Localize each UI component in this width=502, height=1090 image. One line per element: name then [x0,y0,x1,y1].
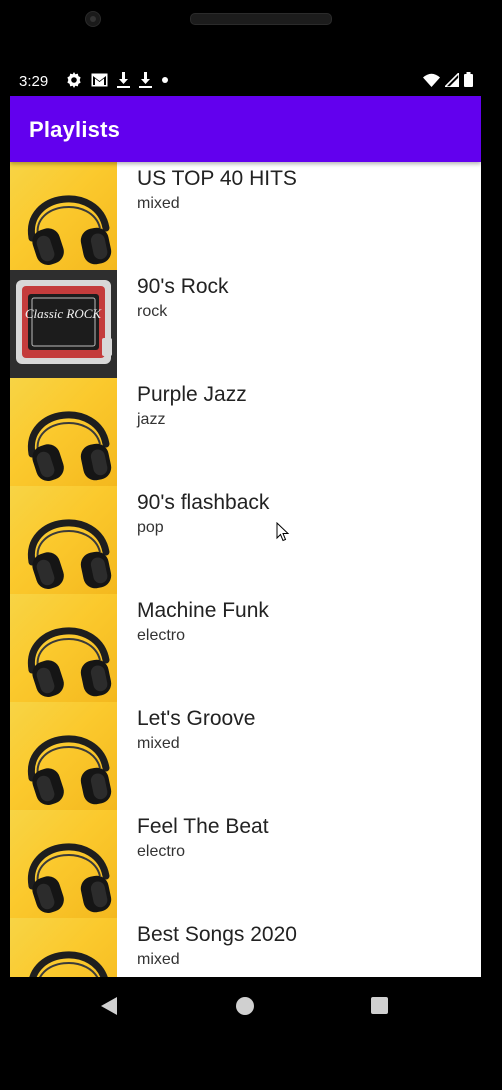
playlist-title: 90's flashback [137,491,270,514]
playlist-item[interactable]: Purple Jazz jazz [10,378,481,486]
playlist-genre: rock [137,303,168,320]
headphones-image [10,378,117,486]
playlist-text: 90's Rock rock [117,270,229,322]
playlist-title: Best Songs 2020 [137,923,297,946]
back-icon[interactable] [100,996,118,1021]
headphones-image [10,486,117,594]
playlist-item[interactable]: Machine Funk electro [10,594,481,702]
recents-icon[interactable] [371,997,388,1014]
playlist-item[interactable]: US TOP 40 HITS mixed [10,162,481,270]
app-bar: Playlists [10,96,481,162]
dot-icon [161,76,169,84]
headphones-image [10,162,117,270]
playlist-text: Let's Groove mixed [117,702,255,754]
playlist-genre: electro [137,627,186,644]
playlist-genre: pop [137,519,164,536]
home-icon[interactable] [236,997,254,1015]
headphones-image [10,702,117,810]
playlist-text: US TOP 40 HITS mixed [117,162,297,214]
playlist-text: Purple Jazz jazz [117,378,247,430]
playlist-title: Let's Groove [137,707,256,730]
signal-icon [445,72,459,87]
battery-icon [464,72,473,87]
download-icon [139,72,152,88]
playlist-genre: jazz [137,411,166,428]
playlist-title: US TOP 40 HITS [137,167,297,190]
playlist-item[interactable]: Let's Groove mixed [10,702,481,810]
playlist-genre: mixed [137,951,180,968]
headphones-image [10,594,117,702]
headphones-image [10,810,117,918]
playlist-title: Machine Funk [137,599,269,622]
phone-screen: 3:29 Playlists US TOP 40 HITS mixed Clas… [0,0,502,1090]
playlist-text: Feel The Beat electro [117,810,269,862]
headphones-image [10,918,117,977]
playlist-text: Machine Funk electro [117,594,269,646]
earpiece-speaker [190,13,332,25]
playlist-text: Best Songs 2020 mixed [117,918,297,970]
gmail-icon [91,73,108,87]
notification-icons [66,72,169,88]
playlist-genre: mixed [137,195,180,212]
navigation-bar [0,978,502,1090]
playlist-text: 90's flashback pop [117,486,269,538]
playlist-list[interactable]: US TOP 40 HITS mixed Classic ROCK 90's R… [10,162,481,977]
classic-rock-logo-text: Classic ROCK [25,306,103,321]
page-title: Playlists [29,117,121,142]
playlist-item[interactable]: Best Songs 2020 mixed [10,918,481,977]
mouse-cursor-icon [276,521,290,547]
playlist-title: Feel The Beat [137,815,269,838]
playlist-item[interactable]: Classic ROCK 90's Rock rock [10,270,481,378]
playlist-genre: electro [137,843,186,860]
playlist-genre: mixed [137,735,180,752]
download-icon [117,72,130,88]
playlist-item[interactable]: 90's flashback pop [10,486,481,594]
classic-rock-image: Classic ROCK [10,270,117,378]
settings-icon [66,72,82,88]
front-camera [85,11,101,27]
system-icons [423,72,473,87]
status-bar: 3:29 [10,66,481,96]
status-time: 3:29 [19,73,49,90]
playlist-title: Purple Jazz [137,383,247,406]
wifi-icon [423,73,440,87]
playlist-title: 90's Rock [137,275,229,298]
playlist-item[interactable]: Feel The Beat electro [10,810,481,918]
